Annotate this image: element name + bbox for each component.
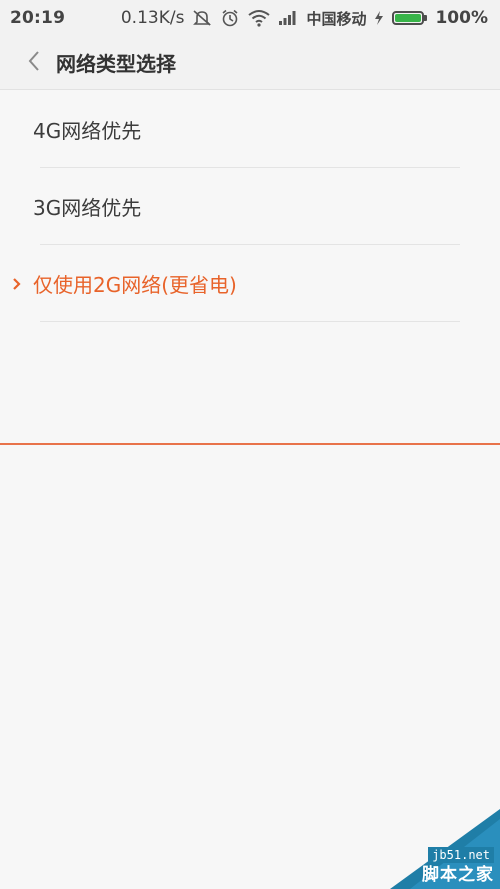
option-label: 仅使用2G网络(更省电) [33,273,237,297]
accent-divider [0,443,500,445]
network-type-options: 4G网络优先 3G网络优先 仅使用2G网络(更省电) [0,91,500,322]
title-bar: 网络类型选择 [0,36,500,90]
watermark: jb51.net 脚本之家 [350,809,500,889]
watermark-name: 脚本之家 [422,865,494,885]
status-time: 20:19 [10,8,66,28]
chevron-right-icon [12,277,22,291]
option-label: 4G网络优先 [33,119,142,143]
mute-vibrate-icon [192,9,212,27]
charging-icon [374,10,384,26]
status-indicators: 0.13K/s 中国移动 100% [121,8,488,29]
divider [40,321,460,322]
battery-fill [395,14,422,22]
alarm-icon [220,9,240,27]
option-3g-preferred[interactable]: 3G网络优先 [0,168,500,245]
chevron-left-icon [27,50,41,76]
status-bar: 20:19 0.13K/s 中国移动 100% [0,0,500,36]
battery-percent: 100% [435,8,488,28]
option-4g-preferred[interactable]: 4G网络优先 [0,91,500,168]
option-2g-only[interactable]: 仅使用2G网络(更省电) [0,245,500,322]
wifi-icon [248,9,271,27]
carrier-name: 中国移动 [306,9,367,28]
signal-icon [278,10,298,26]
option-label: 3G网络优先 [33,196,142,220]
back-button[interactable] [12,36,56,90]
battery-icon [392,11,428,25]
network-speed: 0.13K/s [120,8,185,28]
page-title: 网络类型选择 [56,52,176,76]
